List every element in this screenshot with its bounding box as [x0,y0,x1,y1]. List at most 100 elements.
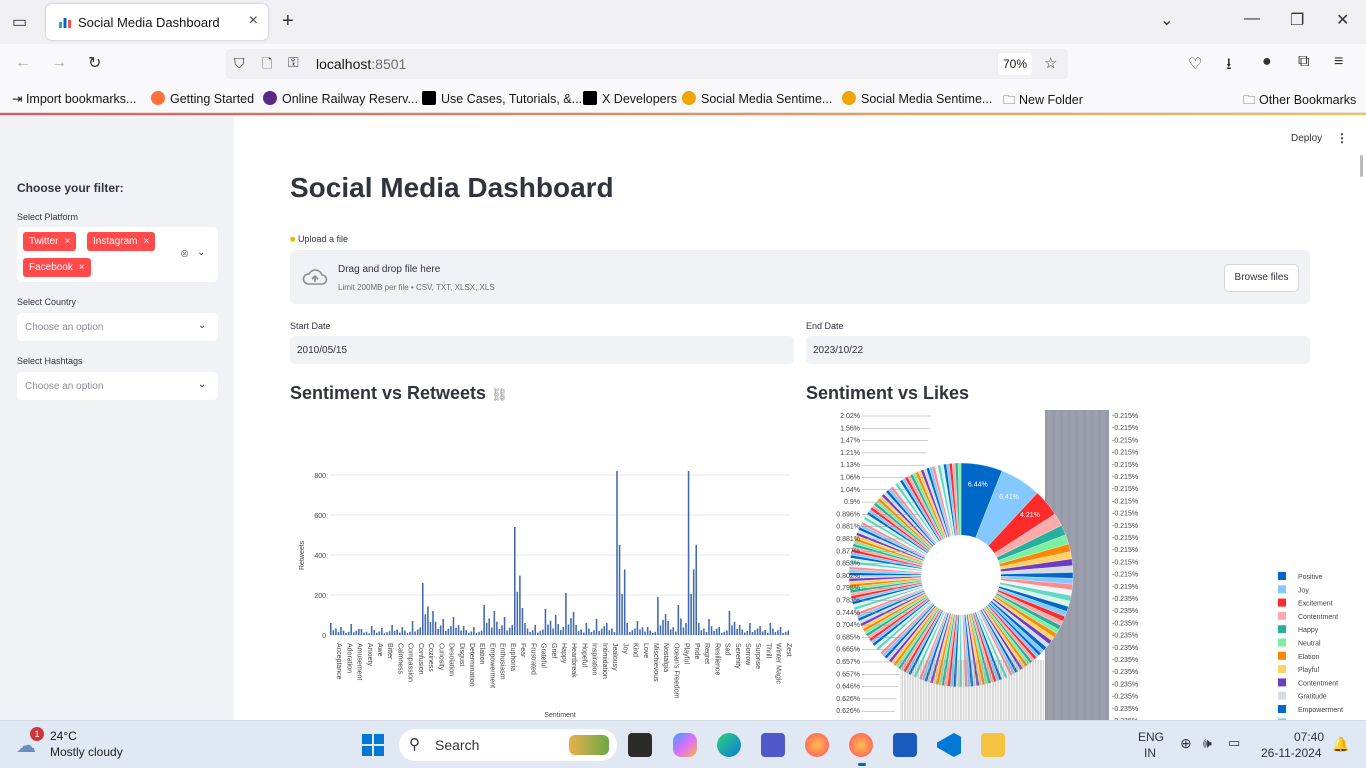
url-bar[interactable]: ⛉ 🗋 ⚿ localhost:8501 70% ☆ [226,49,1068,79]
bar [452,617,455,635]
pocket-icon[interactable]: ♡ [1188,54,1202,74]
minimize-icon[interactable]: — [1244,10,1260,28]
outside-label-right: -0.235% [1112,608,1138,615]
reload-icon[interactable]: ↻ [88,53,101,73]
country-select[interactable]: Choose an option ⌄ [17,313,218,341]
menu-icon[interactable]: ≡ [1334,53,1343,71]
hashtags-select[interactable]: Choose an option ⌄ [17,372,218,400]
bar [554,615,557,635]
zoom-level[interactable]: 70% [998,53,1032,75]
bar [332,630,335,635]
task-view-icon[interactable] [628,733,652,757]
remove-chip-icon[interactable]: × [79,262,85,273]
file-explorer-icon[interactable] [981,733,1005,757]
chevron-down-icon[interactable]: ⌄ [198,320,206,331]
bookmark-new-folder[interactable]: 🗀 New Folder [1003,91,1083,112]
downloads-icon[interactable]: ⭳ [1226,53,1232,80]
remove-chip-icon[interactable]: × [143,236,149,247]
page-icon[interactable]: 🗋 [262,55,272,77]
bar [629,632,631,635]
bar [330,623,332,635]
browse-files-button[interactable]: Browse files [1224,264,1299,292]
firefox-active-icon[interactable] [849,733,873,757]
platform-multiselect[interactable]: Twitter × Instagram × Facebook × ⊗ ⌄ [17,227,218,282]
bookmark-social-media-2[interactable]: Social Media Sentime... [842,91,992,106]
bar [623,569,626,635]
clock-date[interactable]: 26-11-2024 [1261,746,1322,760]
language-in[interactable]: IN [1144,746,1156,760]
network-icon[interactable]: ⊕ [1180,735,1192,752]
bar [447,628,450,635]
other-bookmarks[interactable]: 🗀 Other Bookmarks [1243,91,1356,112]
bookmark-x-developers[interactable]: X Developers [583,91,677,106]
bookmark-social-media-1[interactable]: Social Media Sentime... [682,91,832,106]
outside-label-right: -0.235% [1112,681,1138,688]
edge-icon[interactable] [717,733,741,757]
bar [738,625,741,635]
list-tabs-chevron-icon[interactable]: ⌄ [1160,10,1173,30]
bar [682,627,685,635]
vscode-icon[interactable] [937,733,961,757]
start-date-input[interactable]: 2010/05/15 [290,336,794,364]
scrollbar[interactable] [1360,155,1363,177]
legend-swatch [1278,651,1286,660]
notification-bell-icon[interactable]: 🔔 [1332,736,1349,753]
bar [526,628,529,635]
tab-overview-icon[interactable]: ▭ [12,12,27,32]
bookmark-getting-started[interactable]: Getting Started [151,91,254,106]
chevron-down-icon[interactable]: ⌄ [198,379,206,390]
key-icon[interactable]: ⚿ [288,54,299,71]
extensions-icon[interactable]: ⧉ [1298,53,1309,71]
remove-chip-icon[interactable]: × [64,236,70,247]
copilot-icon[interactable] [673,733,697,757]
restore-icon[interactable]: ❐ [1290,10,1304,30]
more-menu-icon[interactable]: ⋮ [1336,131,1348,145]
clear-all-icon[interactable]: ⊗ [180,247,189,260]
volume-icon[interactable]: 🕪 [1203,735,1212,752]
bar [391,625,393,635]
x-tick-label: Curiosity [437,643,444,671]
clock-time[interactable]: 07:40 [1294,730,1324,744]
file-uploader-dropzone[interactable]: Drag and drop file here Limit 200MB per … [290,250,1310,304]
legend-swatch [1278,678,1286,687]
x-tick-label: Mischievous [652,643,659,682]
close-window-icon[interactable]: ✕ [1336,10,1349,30]
forward-icon[interactable]: → [51,54,67,72]
weather-temp[interactable]: 24°C [50,729,77,743]
outside-label-left: 1.56% [840,425,860,432]
bar [657,597,659,635]
bookmark-import[interactable]: ⇥ Import bookmarks... [12,91,136,106]
browser-tab[interactable]: Social Media Dashboard × [46,4,268,40]
chip-instagram[interactable]: Instagram × [87,232,156,251]
teams-icon[interactable] [761,733,785,757]
shield-icon[interactable]: ⛉ [234,55,245,72]
new-tab-icon[interactable]: + [282,10,294,33]
bookmark-use-cases[interactable]: Use Cases, Tutorials, &... [422,91,582,106]
battery-icon[interactable]: ▭ [1228,735,1240,751]
close-tab-icon[interactable]: × [249,12,258,30]
language-eng[interactable]: ENG [1138,730,1164,744]
bar [754,630,756,635]
deploy-button[interactable]: Deploy [1291,133,1322,144]
outside-label-right: -0.235% [1112,596,1138,603]
bar [437,629,439,635]
chip-twitter[interactable]: Twitter × [23,232,77,251]
bookmark-railway[interactable]: Online Railway Reserv... [263,91,418,106]
back-icon[interactable]: ← [15,54,31,72]
chevron-down-icon[interactable]: ⌄ [197,247,205,258]
link-icon[interactable]: ⛓ [491,387,508,402]
chip-facebook[interactable]: Facebook × [23,258,91,277]
bookmark-star-icon[interactable]: ☆ [1044,54,1057,72]
taskbar-search[interactable]: ⚲ Search [399,729,617,761]
end-date-input[interactable]: 2023/10/22 [806,336,1310,364]
firefox-icon[interactable] [805,733,829,757]
bar [583,632,585,635]
weather-desc[interactable]: Mostly cloudy [50,745,123,759]
word-icon[interactable] [893,733,917,757]
account-icon[interactable]: ● [1262,53,1272,71]
windows-start-icon[interactable] [361,733,385,757]
bar [414,631,416,635]
weather-widget[interactable]: ☁ 1 [16,727,44,757]
bar [756,628,759,635]
outside-label-right: -0.215% [1112,437,1138,444]
